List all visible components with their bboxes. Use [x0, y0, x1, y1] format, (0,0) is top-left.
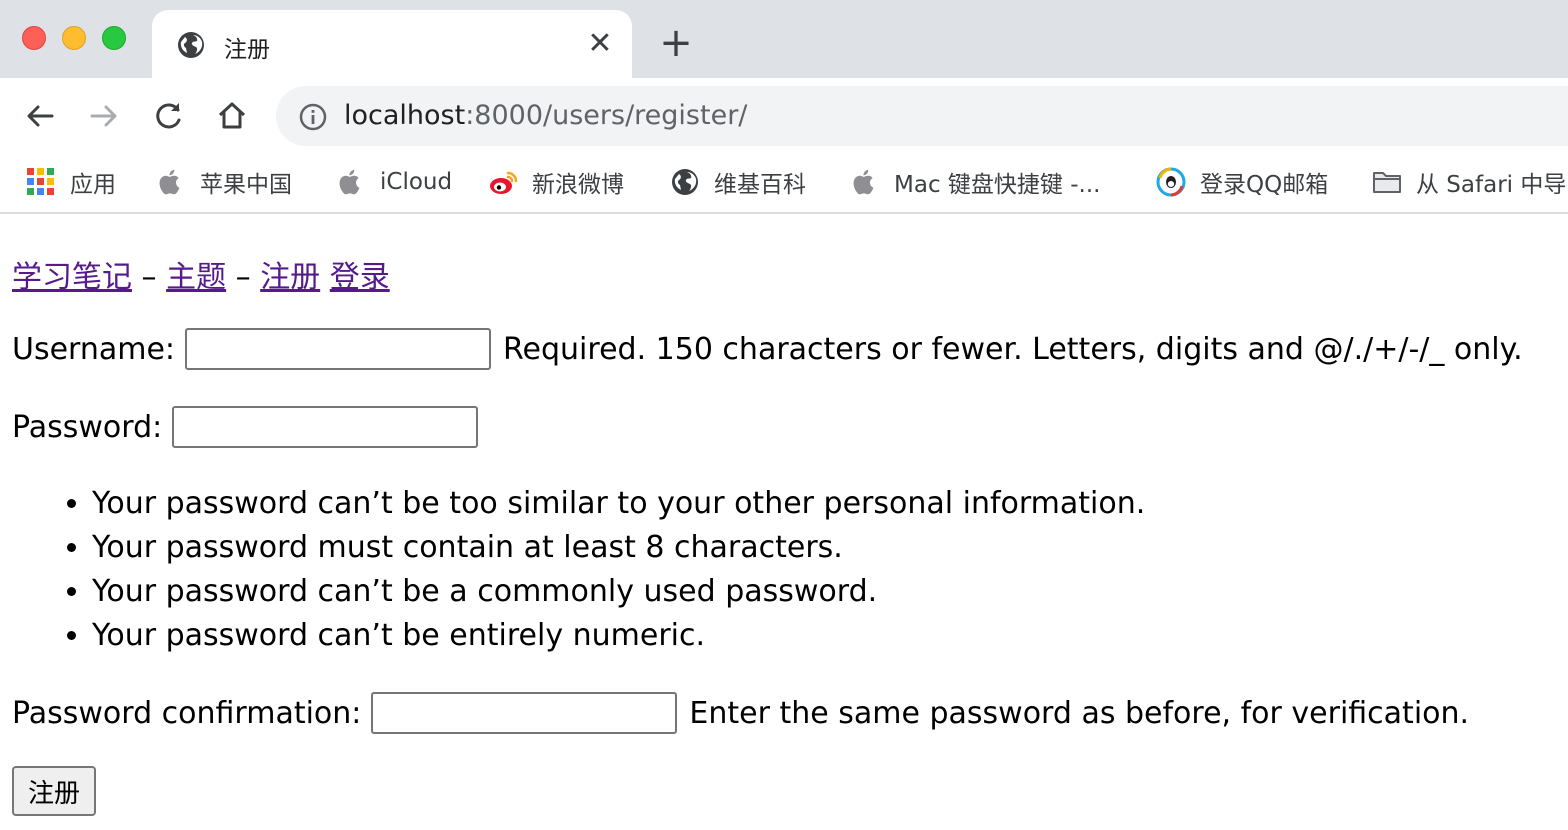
home-button[interactable] [212, 96, 252, 136]
back-button[interactable] [20, 96, 60, 136]
globe-icon [670, 167, 700, 197]
reload-icon [156, 103, 181, 129]
nav-separator: – [235, 260, 251, 295]
site-nav: 学习笔记 – 主题 – 注册 登录 [12, 252, 390, 296]
bookmark-label: 登录QQ邮箱 [1200, 172, 1329, 198]
register-submit-button[interactable]: 注册 [12, 766, 97, 816]
bookmark-mac-shortcuts[interactable]: Mac 键盘快捷键 -... [850, 162, 1100, 202]
bookmark-icloud[interactable]: iCloud [336, 162, 452, 202]
list-item: Your password must contain at least 8 ch… [92, 526, 1145, 570]
folder-icon [1372, 167, 1402, 197]
bookmark-label: 维基百科 [714, 172, 806, 198]
apple-icon [850, 167, 880, 197]
password-confirmation-input[interactable] [371, 692, 678, 734]
password-row: Password: [12, 406, 490, 448]
weibo-icon [488, 167, 518, 197]
nav-separator: – [141, 260, 157, 295]
apple-icon [156, 167, 186, 197]
nav-register-link[interactable]: 注册 [260, 260, 320, 295]
info-icon[interactable] [298, 102, 328, 132]
bookmark-label: 从 Safari 中导 [1416, 172, 1567, 198]
nav-topics-link[interactable]: 主题 [166, 260, 226, 295]
bookmark-label: iCloud [380, 169, 453, 195]
bookmark-label: 应用 [70, 172, 116, 198]
apps-grid-icon [26, 167, 56, 197]
list-item: Your password can’t be entirely numeric. [92, 614, 1145, 658]
tab-active[interactable]: 注册 ✕ [152, 10, 632, 78]
username-input[interactable] [185, 328, 492, 370]
reload-button[interactable] [148, 96, 188, 136]
password-input[interactable] [172, 406, 479, 448]
forward-button[interactable] [84, 96, 124, 136]
globe-icon [176, 30, 206, 60]
bookmark-label: 新浪微博 [532, 172, 624, 198]
bookmark-safari-import[interactable]: 从 Safari 中导 [1372, 162, 1566, 202]
home-icon [218, 102, 246, 129]
url-path: :8000/users/register/ [465, 100, 748, 131]
url-text[interactable]: localhost:8000/users/register/ [344, 100, 747, 131]
bookmark-wikipedia[interactable]: 维基百科 [670, 162, 806, 202]
password-confirmation-help-text: Enter the same password as before, for v… [689, 695, 1470, 731]
bookmark-qq-mail[interactable]: 登录QQ邮箱 [1156, 162, 1328, 202]
minimize-window-button[interactable] [62, 26, 86, 50]
nav-home-link[interactable]: 学习笔记 [12, 260, 132, 295]
username-help-text: Required. 150 characters or fewer. Lette… [503, 331, 1523, 367]
bookmark-apps[interactable]: 应用 [26, 162, 116, 202]
password-rules-list: Your password can’t be too similar to yo… [92, 482, 1145, 658]
bookmark-label: Mac 键盘快捷键 -... [894, 172, 1101, 198]
tab-title: 注册 [224, 37, 270, 63]
username-label: Username: [12, 331, 176, 367]
bookmark-apple-china[interactable]: 苹果中国 [156, 162, 292, 202]
close-icon[interactable]: ✕ [584, 28, 616, 60]
apple-icon [336, 167, 366, 197]
new-tab-button[interactable]: + [658, 23, 694, 63]
close-window-button[interactable] [22, 26, 46, 50]
arrow-right-icon [90, 105, 117, 127]
browser-toolbar: localhost:8000/users/register/ [0, 78, 1568, 152]
username-row: Username: Required. 150 characters or fe… [12, 328, 1523, 370]
password-label: Password: [12, 409, 163, 445]
password-confirmation-row: Password confirmation: Enter the same pa… [12, 692, 1469, 734]
bookmarks-bar: 应用 苹果中国 iCloud 新浪微博 维基百科 Mac 键盘快捷键 -... … [0, 152, 1568, 214]
list-item: Your password can’t be too similar to yo… [92, 482, 1145, 526]
arrow-left-icon [27, 105, 54, 127]
qq-mail-icon [1156, 167, 1186, 197]
address-bar[interactable]: localhost:8000/users/register/ [276, 86, 1568, 146]
url-host: localhost [344, 100, 466, 131]
zoom-window-button[interactable] [102, 26, 126, 50]
tab-strip: 注册 ✕ + [0, 0, 1568, 78]
password-confirmation-label: Password confirmation: [12, 695, 362, 731]
nav-login-link[interactable]: 登录 [330, 260, 390, 295]
bookmark-weibo[interactable]: 新浪微博 [488, 162, 624, 202]
list-item: Your password can’t be a commonly used p… [92, 570, 1145, 614]
bookmark-label: 苹果中国 [200, 172, 292, 198]
